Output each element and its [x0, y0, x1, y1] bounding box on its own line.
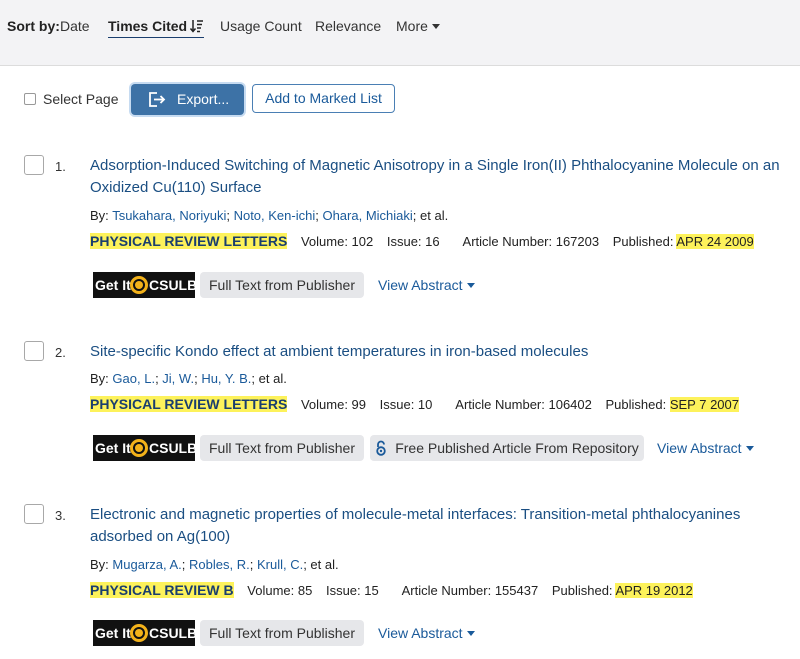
journal-name: PHYSICAL REVIEW LETTERS [90, 233, 288, 249]
get-it-csulb-button[interactable]: Get It CSULB [93, 435, 198, 461]
get-it-csulb-button[interactable]: Get It CSULB [93, 620, 198, 646]
published-label: Published: [605, 397, 667, 412]
full-text-button[interactable]: Full Text from Publisher [200, 620, 364, 646]
published-date: APR 19 2012 [615, 583, 693, 598]
csulb-label: CSULB [149, 440, 198, 456]
csulb-logo-icon [130, 624, 148, 642]
results-toolbar: Select Page Export... Add to Marked List [0, 82, 800, 116]
record-source: PHYSICAL REVIEW B Volume: 85 Issue: 15 A… [90, 582, 693, 598]
full-text-button[interactable]: Full Text from Publisher [200, 435, 364, 461]
record-number: 1. [55, 159, 66, 174]
free-repository-article-button[interactable]: Free Published Article From Repository [370, 435, 644, 461]
chevron-down-icon [466, 283, 475, 288]
sort-by-label: Sort by: [7, 18, 60, 34]
chevron-down-icon [466, 631, 475, 636]
chevron-down-icon [431, 24, 440, 29]
sort-more-label: More [396, 18, 428, 34]
author-link[interactable]: Ohara, Michiaki [322, 208, 412, 223]
record-source: PHYSICAL REVIEW LETTERS Volume: 99 Issue… [90, 396, 739, 412]
journal-name: PHYSICAL REVIEW B [90, 582, 234, 598]
full-text-button[interactable]: Full Text from Publisher [200, 272, 364, 298]
et-al-text: ; et al. [412, 208, 449, 223]
issue: Issue: 16 [386, 234, 440, 249]
author-link[interactable]: Hu, Y. B. [201, 371, 251, 386]
csulb-label: CSULB [149, 277, 198, 293]
record-title-link[interactable]: Site-specific Kondo effect at ambient te… [90, 341, 795, 363]
et-al-text: ; et al. [303, 557, 339, 572]
record-authors: By: Tsukahara, Noriyuki; Noto, Ken-ichi;… [90, 208, 449, 223]
free-repository-label: Free Published Article From Repository [395, 440, 639, 456]
volume: Volume: 85 [247, 583, 313, 598]
view-abstract-toggle[interactable]: View Abstract [378, 625, 475, 641]
author-link[interactable]: Noto, Ken-ichi [234, 208, 316, 223]
by-label: By: [90, 557, 109, 572]
author-link[interactable]: Ji, W. [162, 371, 194, 386]
view-abstract-label: View Abstract [657, 440, 742, 456]
author-link[interactable]: Gao, L. [112, 371, 155, 386]
article-number: Article Number: 167203 [462, 234, 600, 249]
view-abstract-label: View Abstract [378, 625, 463, 641]
volume: Volume: 99 [300, 397, 366, 412]
view-abstract-toggle[interactable]: View Abstract [657, 440, 754, 456]
sort-option-date[interactable]: Date [60, 18, 90, 34]
sort-option-relevance[interactable]: Relevance [315, 18, 381, 34]
issue: Issue: 10 [379, 397, 433, 412]
get-it-csulb-button[interactable]: Get It CSULB [93, 272, 198, 298]
volume: Volume: 102 [300, 234, 374, 249]
sort-bar: Sort by: Date Times Cited Usage Count Re… [0, 0, 800, 66]
record-number: 3. [55, 508, 66, 523]
author-link[interactable]: Krull, C. [257, 557, 303, 572]
record-authors: By: Mugarza, A.; Robles, R.; Krull, C.; … [90, 557, 339, 572]
published-date: APR 24 2009 [676, 234, 754, 249]
record-title-link[interactable]: Electronic and magnetic properties of mo… [90, 504, 795, 548]
sort-option-times-cited-label: Times Cited [108, 18, 188, 34]
export-button[interactable]: Export... [131, 84, 244, 115]
sort-option-usage-count[interactable]: Usage Count [220, 18, 302, 34]
author-link[interactable]: Mugarza, A. [112, 557, 181, 572]
export-label: Export... [177, 91, 230, 107]
csulb-logo-icon [130, 276, 148, 294]
record-checkbox[interactable] [24, 155, 44, 175]
chevron-down-icon [745, 446, 754, 451]
sort-more-menu[interactable]: More [396, 18, 440, 34]
record-authors: By: Gao, L.; Ji, W.; Hu, Y. B.; et al. [90, 371, 287, 386]
get-it-label: Get It [95, 625, 131, 641]
published-label: Published: [551, 583, 613, 598]
view-abstract-toggle[interactable]: View Abstract [378, 277, 475, 293]
et-al-text: ; et al. [251, 371, 287, 386]
export-icon [149, 92, 166, 107]
select-page-label[interactable]: Select Page [43, 91, 119, 107]
by-label: By: [90, 371, 109, 386]
add-to-marked-list-button[interactable]: Add to Marked List [252, 84, 395, 113]
published-date: SEP 7 2007 [669, 397, 739, 412]
sort-descending-icon [190, 20, 204, 33]
record-checkbox[interactable] [24, 341, 44, 361]
journal-name: PHYSICAL REVIEW LETTERS [90, 396, 288, 412]
get-it-label: Get It [95, 440, 131, 456]
author-link[interactable]: Robles, R. [189, 557, 250, 572]
issue: Issue: 15 [325, 583, 379, 598]
record-number: 2. [55, 345, 66, 360]
sort-option-times-cited[interactable]: Times Cited [108, 18, 205, 38]
view-abstract-label: View Abstract [378, 277, 463, 293]
csulb-label: CSULB [149, 625, 198, 641]
record-checkbox[interactable] [24, 504, 44, 524]
csulb-logo-icon [130, 439, 148, 457]
author-link[interactable]: Tsukahara, Noriyuki [112, 208, 226, 223]
select-page-checkbox[interactable] [24, 93, 36, 105]
get-it-label: Get It [95, 277, 131, 293]
article-number: Article Number: 155437 [401, 583, 539, 598]
by-label: By: [90, 208, 109, 223]
record-source: PHYSICAL REVIEW LETTERS Volume: 102 Issu… [90, 233, 754, 249]
published-label: Published: [612, 234, 674, 249]
record-title-link[interactable]: Adsorption-Induced Switching of Magnetic… [90, 155, 795, 199]
article-number: Article Number: 106402 [455, 397, 592, 412]
open-access-icon [376, 440, 386, 456]
